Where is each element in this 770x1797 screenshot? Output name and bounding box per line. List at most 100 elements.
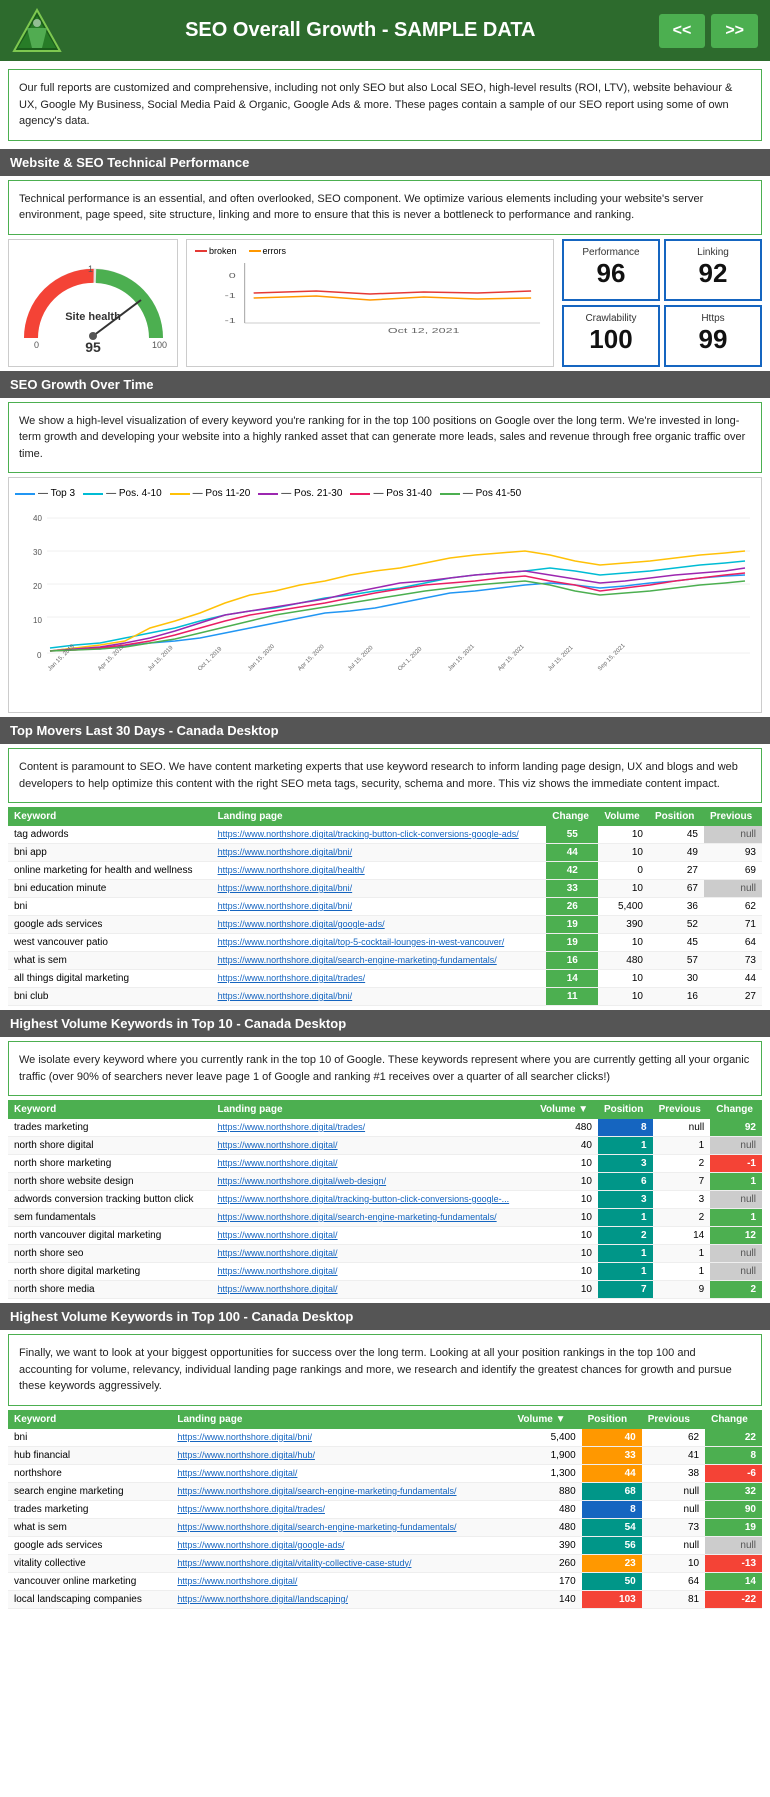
col-landing: Landing page	[212, 807, 547, 826]
table-row: 68	[582, 1482, 642, 1500]
table-row: 10	[598, 988, 649, 1006]
intro-text: Our full reports are customized and comp…	[8, 69, 762, 141]
top10-desc: We isolate every keyword where you curre…	[8, 1041, 762, 1096]
table-row[interactable]: https://www.northshore.digital/trades/	[212, 1119, 535, 1137]
table-row[interactable]: https://www.northshore.digital/	[212, 1227, 535, 1245]
table-row: -1	[710, 1155, 762, 1173]
table-row[interactable]: https://www.northshore.digital/	[212, 1155, 535, 1173]
table-row: google ads services	[8, 1536, 171, 1554]
table-row[interactable]: https://www.northshore.digital/bni/	[171, 1429, 511, 1447]
top100-desc: Finally, we want to look at your biggest…	[8, 1334, 762, 1406]
table-row: 2	[710, 1281, 762, 1299]
table-row[interactable]: https://www.northshore.digital/	[212, 1245, 535, 1263]
table-row[interactable]: https://www.northshore.digital/bni/	[212, 988, 547, 1006]
prev-button[interactable]: <<	[659, 14, 706, 48]
table-row: north shore marketing	[8, 1155, 212, 1173]
table-row: 52	[649, 916, 704, 934]
table-row[interactable]: https://www.northshore.digital/search-en…	[212, 1209, 535, 1227]
svg-text:-1: -1	[225, 292, 237, 300]
table-row[interactable]: https://www.northshore.digital/tracking-…	[212, 826, 547, 844]
table-row[interactable]: https://www.northshore.digital/health/	[212, 862, 547, 880]
svg-text:100: 100	[152, 340, 167, 350]
table-row[interactable]: https://www.northshore.digital/	[212, 1281, 535, 1299]
top10-header: Highest Volume Keywords in Top 10 - Cana…	[0, 1010, 770, 1037]
table-row: 44	[582, 1464, 642, 1482]
table-row[interactable]: https://www.northshore.digital/google-ad…	[171, 1536, 511, 1554]
next-button[interactable]: >>	[711, 14, 758, 48]
table-row[interactable]: https://www.northshore.digital/trades/	[171, 1500, 511, 1518]
table-row: 480	[598, 952, 649, 970]
table-row[interactable]: https://www.northshore.digital/vitality-…	[171, 1554, 511, 1572]
table-row[interactable]: https://www.northshore.digital/top-5-coc…	[212, 934, 547, 952]
top10-table: Keyword Landing page Volume ▼ Position P…	[8, 1100, 762, 1299]
table-row: 22	[705, 1429, 762, 1447]
table-row: null	[642, 1500, 705, 1518]
table-row: 9	[653, 1281, 711, 1299]
legend-pos41-50: — Pos 41-50	[440, 488, 521, 499]
table-row: 50	[582, 1572, 642, 1590]
table-row: 10	[534, 1173, 598, 1191]
table-row: 10	[534, 1209, 598, 1227]
table-row: 27	[649, 862, 704, 880]
table-row: 103	[582, 1590, 642, 1608]
col-position: Position	[582, 1410, 642, 1429]
table-row[interactable]: https://www.northshore.digital/tracking-…	[212, 1191, 535, 1209]
svg-text:Oct 1, 2020: Oct 1, 2020	[397, 646, 424, 673]
table-row: 6	[598, 1173, 653, 1191]
table-row[interactable]: https://www.northshore.digital/	[171, 1464, 511, 1482]
table-row: 390	[598, 916, 649, 934]
svg-text:Jul 15, 2020: Jul 15, 2020	[347, 645, 375, 673]
table-row: 480	[511, 1500, 581, 1518]
table-row: north shore seo	[8, 1245, 212, 1263]
table-row: online marketing for health and wellness	[8, 862, 212, 880]
table-row: 64	[642, 1572, 705, 1590]
table-row[interactable]: https://www.northshore.digital/search-en…	[171, 1518, 511, 1536]
table-row[interactable]: https://www.northshore.digital/bni/	[212, 880, 547, 898]
table-row[interactable]: https://www.northshore.digital/bni/	[212, 844, 547, 862]
table-row: 45	[649, 826, 704, 844]
table-row[interactable]: https://www.northshore.digital/search-en…	[212, 952, 547, 970]
kpi-performance-value: 96	[574, 258, 648, 289]
table-row[interactable]: https://www.northshore.digital/bni/	[212, 898, 547, 916]
table-row[interactable]: https://www.northshore.digital/google-ad…	[212, 916, 547, 934]
table-row: 7	[653, 1173, 711, 1191]
legend-pos4-10: — Pos. 4-10	[83, 488, 162, 499]
table-row: 1	[710, 1209, 762, 1227]
table-row: 73	[704, 952, 762, 970]
table-row: 8	[705, 1446, 762, 1464]
table-row[interactable]: https://www.northshore.digital/web-desig…	[212, 1173, 535, 1191]
mini-chart-svg: 0 -1 -1 Oct 12, 2021	[191, 258, 549, 338]
top100-header: Highest Volume Keywords in Top 100 - Can…	[0, 1303, 770, 1330]
table-row: 40	[582, 1429, 642, 1447]
page-header: SEO Overall Growth - SAMPLE DATA << >>	[0, 0, 770, 61]
table-row: 480	[511, 1518, 581, 1536]
table-row: 73	[642, 1518, 705, 1536]
table-row: northshore	[8, 1464, 171, 1482]
table-row: 38	[642, 1464, 705, 1482]
table-row[interactable]: https://www.northshore.digital/trades/	[212, 970, 547, 988]
table-row: 1	[598, 1263, 653, 1281]
table-row: null	[653, 1119, 711, 1137]
table-row: 8	[598, 1119, 653, 1137]
table-row[interactable]: https://www.northshore.digital/	[212, 1263, 535, 1281]
table-row: 62	[704, 898, 762, 916]
table-row[interactable]: https://www.northshore.digital/	[171, 1572, 511, 1590]
table-row: 10	[534, 1191, 598, 1209]
table-row: all things digital marketing	[8, 970, 212, 988]
table-row: 14	[653, 1227, 711, 1245]
table-row[interactable]: https://www.northshore.digital/	[212, 1137, 535, 1155]
table-row[interactable]: https://www.northshore.digital/hub/	[171, 1446, 511, 1464]
col-landing: Landing page	[212, 1100, 535, 1119]
kpi-performance-label: Performance	[574, 247, 648, 258]
top-movers-header: Top Movers Last 30 Days - Canada Desktop	[0, 717, 770, 744]
table-row: 140	[511, 1590, 581, 1608]
table-row: 19	[705, 1518, 762, 1536]
table-row[interactable]: https://www.northshore.digital/landscapi…	[171, 1590, 511, 1608]
table-row: null	[642, 1482, 705, 1500]
top100-table: Keyword Landing page Volume ▼ Position P…	[8, 1410, 762, 1609]
kpi-performance: Performance 96	[562, 239, 660, 301]
table-row[interactable]: https://www.northshore.digital/search-en…	[171, 1482, 511, 1500]
svg-text:20: 20	[33, 582, 42, 591]
col-position: Position	[649, 807, 704, 826]
kpi-https-label: Https	[676, 313, 750, 324]
